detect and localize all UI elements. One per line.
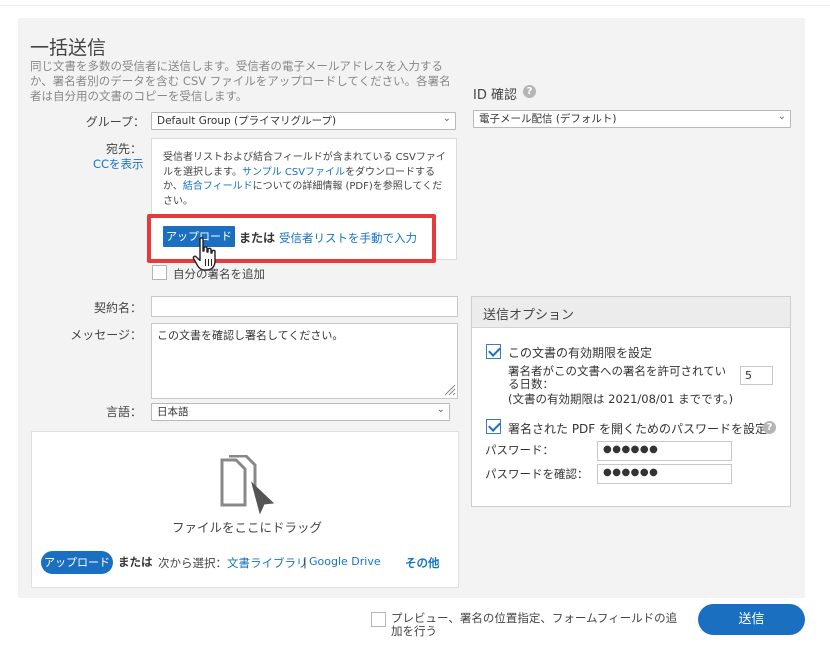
password-field-label: パスワード： [485,443,554,457]
or-label: または [118,555,153,569]
group-select[interactable]: Default Group (プライマリグループ) ⌄ [151,112,456,130]
separator: | [303,555,307,569]
message-label: メッセージ： [70,328,142,342]
page-title: 一括送信 [30,37,107,59]
language-select-value: 日本語 [157,406,189,418]
sample-csv-link[interactable]: サンプル CSVファイル [242,167,345,178]
message-textarea[interactable]: この文書を確認し署名してください。 [151,323,458,399]
days-label-line2: る日数： [508,377,554,391]
manual-entry-link[interactable]: 受信者リストを手動で入力 [279,230,417,246]
more-options-link[interactable]: その他 [405,555,440,571]
add-me-label: 自分の署名を追加 [173,267,265,281]
cc-show-link[interactable]: CCを表示 [93,156,144,172]
recipients-info: 受信者リストおよび結合フィールドが含まれている CSVファイルを選択します。サン… [163,151,448,209]
id-check-label: ID 確認 [473,88,517,103]
password-checkbox[interactable] [486,419,501,434]
merge-fields-link[interactable]: 結合フィールド [183,181,253,192]
bulk-send-page: 一括送信 同じ文書を多数の受信者に送信します。受信者の電子メールアドレスを入力す… [0,0,830,650]
expiry-label: この文書の有効期限を設定 [508,346,653,360]
help-icon[interactable]: ? [763,421,776,434]
chevron-down-icon: ⌄ [436,404,445,415]
preview-checkbox[interactable] [371,612,386,627]
password-input[interactable]: ●●●●●● [597,441,732,461]
agreement-name-input[interactable] [151,296,458,317]
upload-file-button[interactable]: アップロード [41,551,113,574]
top-divider [0,5,830,6]
expiry-checkbox[interactable] [486,344,501,359]
recipients-label: 宛先： [105,142,142,156]
agreement-name-label: 契約名： [93,301,142,315]
confirm-password-input[interactable]: ●●●●●● [597,464,732,484]
document-library-link[interactable]: 文書ライブラリ [227,555,308,571]
preview-label: プレビュー、署名の位置指定、フォームフィールドの追加を行う [391,611,678,638]
select-from-label: 次から選択： [158,556,227,570]
add-me-checkbox[interactable] [152,265,167,280]
expiry-note: (文書の有効期限は 2021/08/01 までです。) [508,392,734,406]
google-drive-link[interactable]: Google Drive [309,555,381,568]
resize-grip-icon[interactable] [443,383,456,396]
id-check-select[interactable]: 電子メール配信 (デフォルト) ⌄ [473,110,791,128]
group-select-value: Default Group (プライマリグループ) [157,115,337,127]
language-label: 言語： [105,405,142,419]
id-check-select-value: 電子メール配信 (デフォルト) [479,113,617,125]
send-button[interactable]: 送信 [698,604,805,635]
or-label: または [239,231,276,245]
drag-here-text: ファイルをここにドラッグ [172,520,323,535]
password-option-label: 署名された PDF を開くためのパスワードを設定 [508,422,768,436]
document-icon [220,455,275,515]
send-options-title: 送信オプション [472,297,790,328]
chevron-down-icon: ⌄ [777,111,786,122]
confirm-password-label: パスワードを確認： [485,467,589,481]
days-input[interactable]: 5 [740,366,773,385]
help-icon[interactable]: ? [523,85,536,98]
language-select[interactable]: 日本語 ⌄ [151,403,450,421]
chevron-down-icon: ⌄ [442,113,451,124]
page-description: 同じ文書を多数の受信者に送信します。受信者の電子メールアドレスを入力するか、署名… [30,59,451,103]
group-label: グループ： [85,115,145,129]
